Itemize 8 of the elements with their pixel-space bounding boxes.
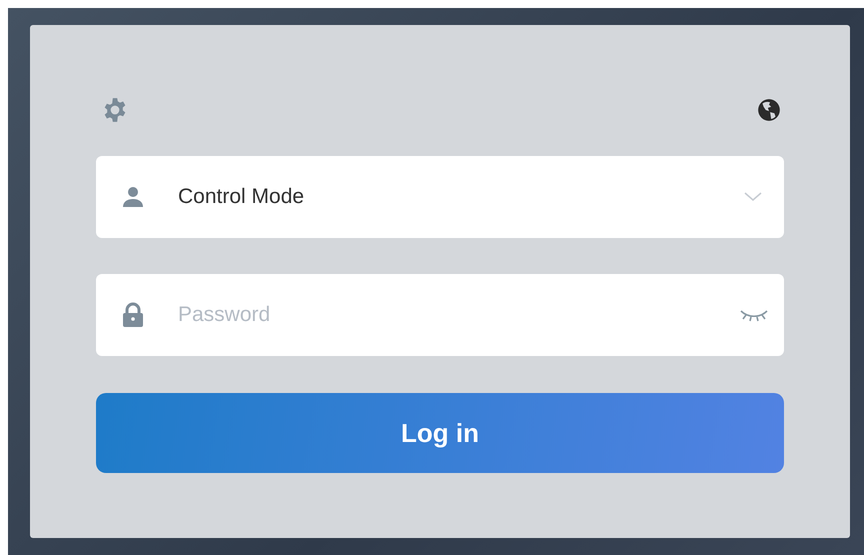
lock-icon (121, 302, 145, 328)
login-button[interactable]: Log in (96, 393, 784, 473)
globe-icon[interactable] (756, 97, 782, 123)
closed-eye-icon[interactable] (740, 308, 768, 322)
chevron-down-icon (744, 192, 762, 202)
mode-select[interactable]: Control Mode (96, 156, 784, 238)
user-icon (121, 185, 145, 209)
settings-icon[interactable] (102, 97, 128, 123)
